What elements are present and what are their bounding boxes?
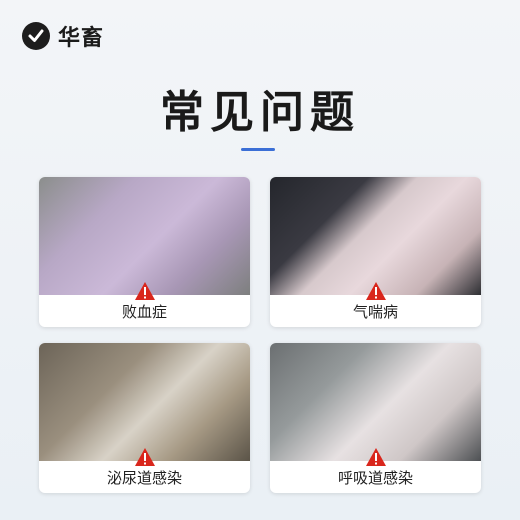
warning-icon	[365, 448, 386, 466]
page-title: 常见问题	[160, 87, 360, 138]
brand-name: 华畜	[58, 26, 105, 51]
warning-icon	[365, 282, 386, 300]
problem-card-sepsis[interactable]: 败血症	[39, 177, 250, 327]
pig-photo	[270, 177, 481, 295]
pig-photo	[39, 343, 250, 461]
problem-card-urinary-infection[interactable]: 泌尿道感染	[39, 343, 250, 493]
problem-card-asthma[interactable]: 气喘病	[270, 177, 481, 327]
checkmark-logo-icon	[22, 22, 50, 50]
pig-photo	[270, 343, 481, 461]
warning-icon	[134, 282, 155, 300]
card-label: 气喘病	[352, 303, 398, 321]
card-label: 呼吸道感染	[337, 469, 413, 487]
card-label: 泌尿道感染	[106, 469, 182, 487]
problem-card-respiratory-infection[interactable]: 呼吸道感染	[270, 343, 481, 493]
pig-photo	[39, 177, 250, 295]
title-underline	[241, 148, 275, 151]
brand: 华畜	[22, 20, 104, 52]
card-label: 败血症	[121, 303, 167, 321]
warning-icon	[134, 448, 155, 466]
